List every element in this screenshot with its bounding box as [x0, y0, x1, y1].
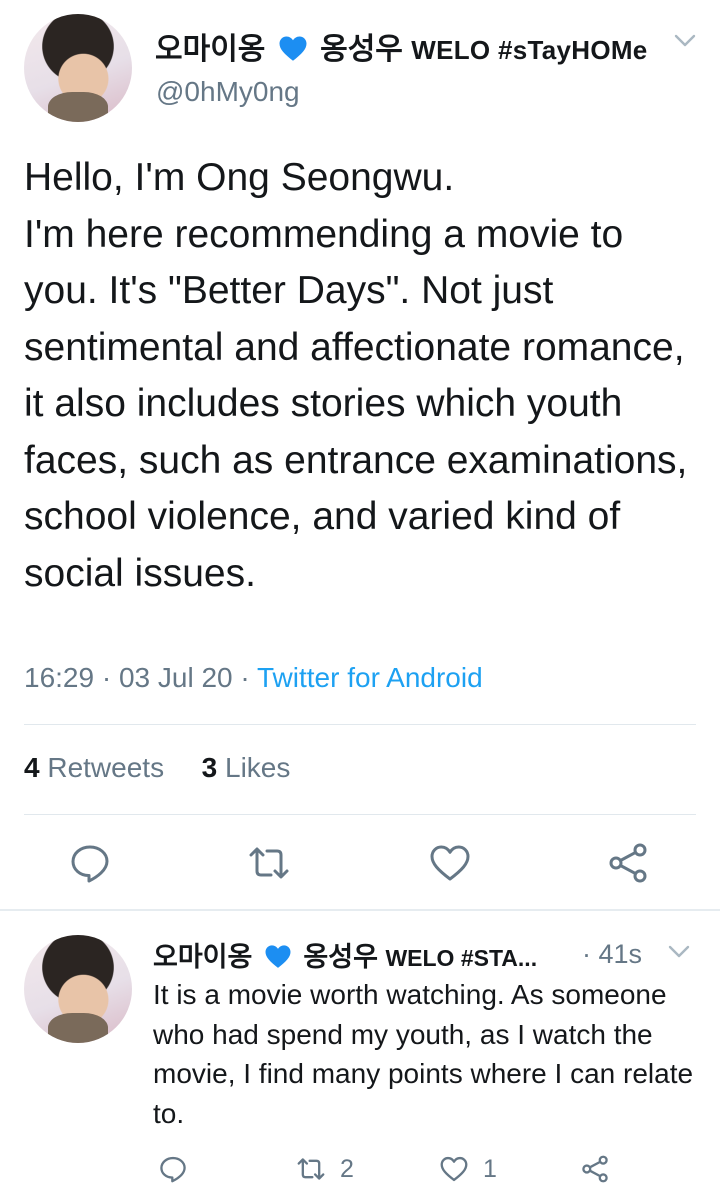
reply-tweet[interactable]: 오마이옹 옹성우 WELO #STA... · 41s It is a movi…: [0, 911, 720, 1201]
retweet-button[interactable]: [247, 841, 291, 885]
reply-button[interactable]: [68, 841, 112, 885]
main-tweet: 오마이옹 옹성우 WELO #sTayHOMe @0hMy0ng Hello, …: [0, 0, 720, 911]
tweet-text: Hello, I'm Ong Seongwu. I'm here recomme…: [24, 156, 688, 595]
reply-icon: [71, 845, 109, 883]
share-icon: [609, 843, 647, 883]
reply-display-name-korean: 오마이옹: [153, 942, 253, 972]
blue-heart-icon: [279, 36, 307, 61]
tweet-meta: 16:29 · 03 Jul 20 · Twitter for Android: [24, 662, 483, 693]
likes-count: 3: [201, 752, 218, 783]
reply-like-count: 1: [483, 1154, 497, 1183]
reply-avatar[interactable]: [24, 935, 132, 1043]
reply-share-button[interactable]: [580, 1154, 610, 1184]
like-button[interactable]: [428, 841, 472, 885]
reply-display-name[interactable]: 오마이옹 옹성우 WELO #STA...: [153, 935, 537, 974]
chevron-down-icon[interactable]: [668, 945, 690, 959]
reply-display-name-suffix: 옹성우: [303, 942, 378, 972]
retweets-label: Retweets: [47, 752, 165, 783]
display-name-suffix: 옹성우: [320, 33, 403, 66]
engagement-stats: 4 Retweets 3 Likes: [24, 752, 290, 784]
chevron-down-icon[interactable]: [674, 34, 696, 48]
blue-heart-icon: [265, 945, 291, 968]
avatar[interactable]: [24, 14, 132, 122]
divider: [24, 724, 696, 725]
retweet-icon: [249, 847, 289, 879]
likes-label: Likes: [225, 752, 291, 783]
reply-retweet-button[interactable]: 2: [296, 1154, 354, 1184]
retweets-stat[interactable]: 4 Retweets: [24, 752, 164, 783]
tweet-date: 03 Jul 20: [118, 662, 233, 693]
reply-like-button[interactable]: 1: [439, 1154, 497, 1184]
display-name[interactable]: 오마이옹 옹성우 WELO #sTayHOMe: [155, 24, 648, 68]
reply-icon: [160, 1156, 186, 1183]
retweets-count: 4: [24, 752, 40, 783]
display-name-tag: WELO #sTayHOMe: [411, 35, 648, 65]
reply-text: It is a movie worth watching. As someone…: [153, 979, 694, 1129]
reply-retweet-count: 2: [340, 1154, 354, 1183]
likes-stat[interactable]: 3 Likes: [202, 752, 291, 783]
retweet-icon: [297, 1158, 325, 1180]
user-handle[interactable]: @0hMy0ng: [156, 76, 300, 108]
share-button[interactable]: [606, 841, 650, 885]
reply-time: · 41s: [582, 939, 643, 969]
like-icon: [440, 1156, 468, 1182]
reply-reply-button[interactable]: [158, 1154, 188, 1184]
divider: [24, 814, 696, 815]
reply-time-value: 41s: [598, 939, 643, 969]
display-name-korean: 오마이옹: [155, 33, 266, 66]
tweet-source-link[interactable]: Twitter for Android: [257, 662, 483, 693]
like-icon: [430, 845, 470, 881]
share-icon: [582, 1155, 608, 1183]
tweet-time: 16:29: [24, 662, 95, 693]
reply-display-name-tag: WELO #STA...: [385, 945, 538, 971]
